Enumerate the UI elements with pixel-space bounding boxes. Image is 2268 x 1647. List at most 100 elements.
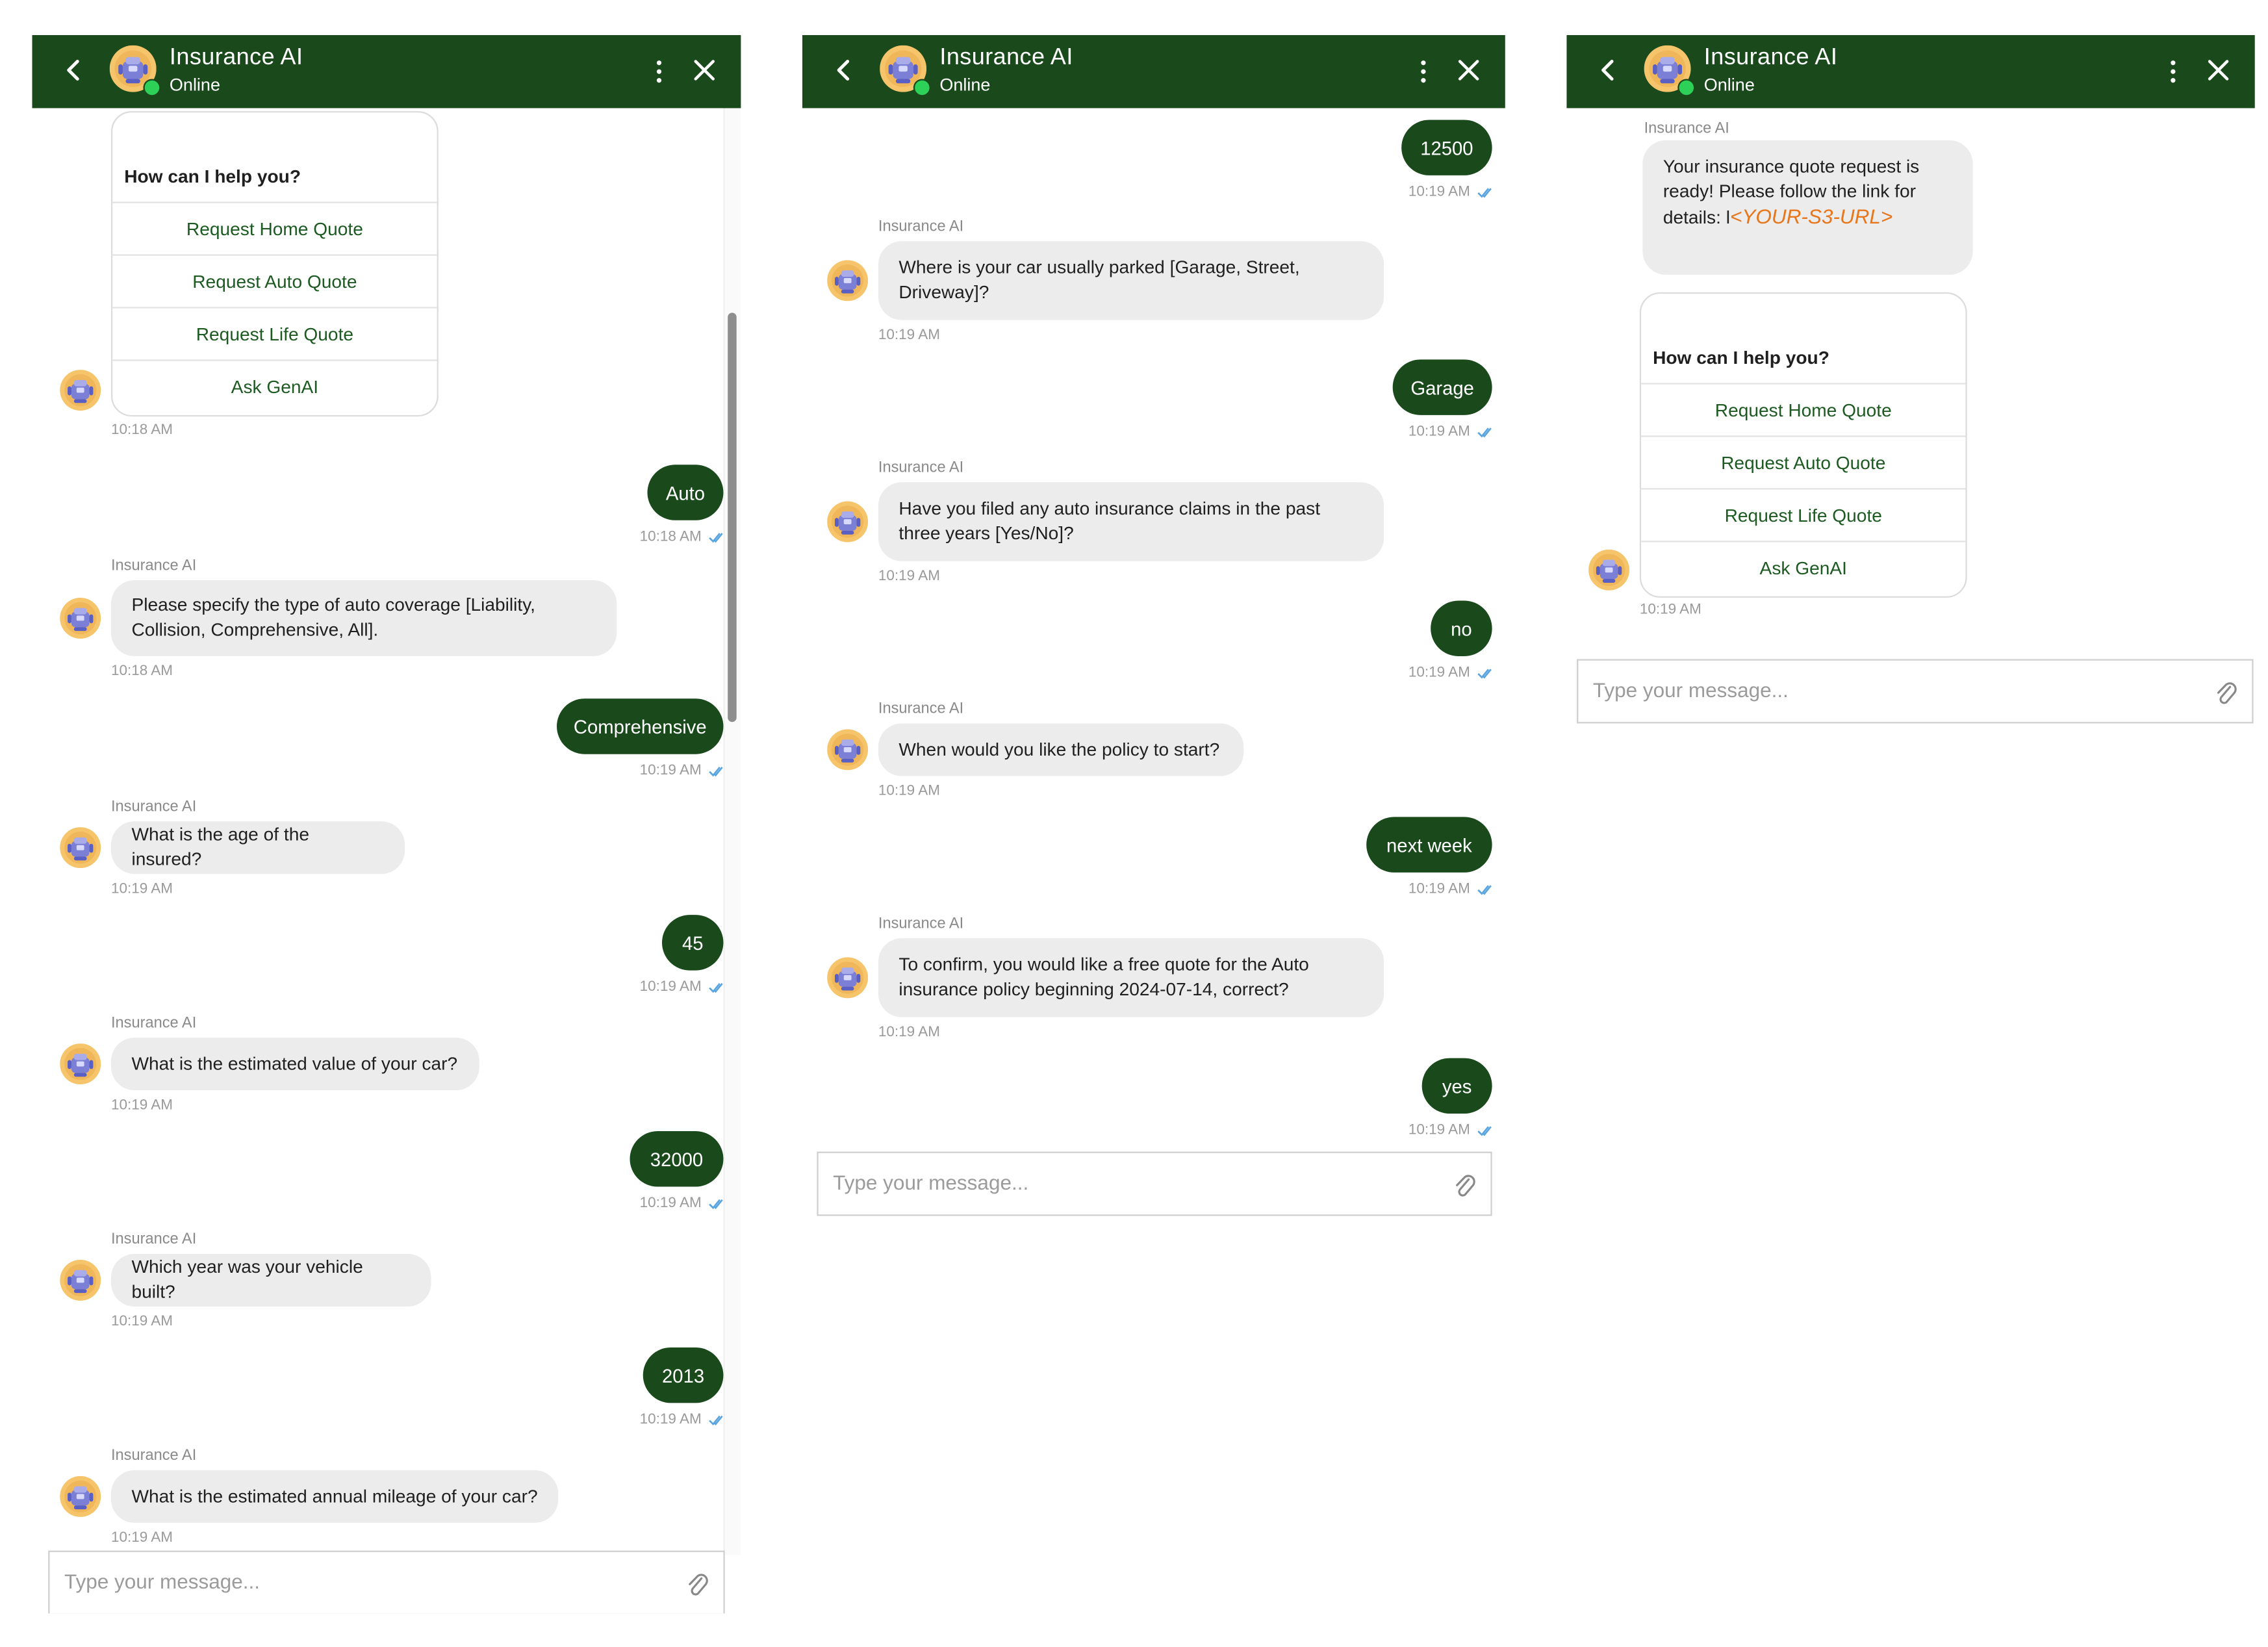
screenshot-collage: Insurance AI Online How can I help you? Req… [0, 0, 2268, 1647]
bot-message: To confirm, you would like a free quote … [878, 938, 1384, 1017]
back-arrow-icon[interactable] [58, 55, 88, 84]
bot-message: Your insurance quote request is ready! P… [1642, 140, 1972, 275]
sender-label: Insurance AI [878, 700, 963, 717]
bot-message: Please specify the type of auto coverage… [111, 580, 617, 656]
menu-card: How can I help you?Request Home QuoteReq… [111, 111, 439, 416]
menu-option-request-life-quote[interactable]: Request Life Quote [1641, 488, 1965, 542]
message-time: 10:19 AM [111, 1314, 173, 1330]
read-receipt-icon [707, 764, 724, 777]
message-time: 10:19 AM [878, 784, 940, 800]
time-text: 10:19 AM [640, 1195, 702, 1212]
chat-window-3: Insurance AI Online Insurance AI Your insur… [1566, 35, 2254, 729]
user-message: Auto [647, 465, 723, 520]
time-text: 10:19 AM [640, 1412, 702, 1428]
chat-header: Insurance AI Online [802, 35, 1505, 108]
user-message: Comprehensive [557, 698, 723, 754]
message-input[interactable]: Type your message... [48, 1551, 724, 1614]
menu-card: How can I help you?Request Home QuoteReq… [1640, 292, 1967, 598]
scrollbar-thumb[interactable] [728, 313, 736, 722]
read-receipt-icon [1476, 882, 1492, 895]
sender-label: Insurance AI [878, 218, 963, 235]
read-receipt-icon [1476, 666, 1492, 679]
back-arrow-icon[interactable] [828, 55, 858, 84]
sender-label: Insurance AI [111, 798, 196, 815]
read-receipt-icon [707, 1413, 724, 1426]
time-text: 10:19 AM [640, 979, 702, 995]
sender-label: Insurance AI [878, 915, 963, 932]
message-time: 10:19 AM [1640, 602, 1701, 619]
more-vertical-icon[interactable] [1418, 57, 1429, 86]
read-receipt-icon [1476, 185, 1492, 198]
message-time: 10:19 AM [1408, 881, 1492, 897]
sender-label: Insurance AI [111, 1014, 196, 1032]
menu-option-ask-genai[interactable]: Ask GenAI [112, 359, 437, 413]
chat-status: Online [939, 75, 990, 95]
chat-status: Online [1704, 75, 1755, 95]
time-text: 10:19 AM [1408, 184, 1470, 200]
menu-title: How can I help you? [1653, 348, 1829, 368]
message-time: 10:19 AM [640, 1195, 724, 1212]
bot-avatar-icon [827, 729, 868, 770]
message-time: 10:19 AM [1408, 1123, 1492, 1139]
menu-option-request-home-quote[interactable]: Request Home Quote [1641, 383, 1965, 437]
sender-label: Insurance AI [1644, 120, 1729, 137]
paperclip-icon[interactable] [1453, 1172, 1476, 1198]
bot-message: What is the age of the insured? [111, 821, 405, 874]
time-text: 10:18 AM [640, 529, 702, 545]
chat-window-1: Insurance AI Online How can I help you? Req… [32, 35, 741, 1613]
bot-message: What is the estimated annual mileage of … [111, 1470, 558, 1523]
bot-message: What is the estimated value of your car? [111, 1038, 479, 1090]
paperclip-icon[interactable] [685, 1571, 709, 1597]
message-time: 10:19 AM [640, 979, 724, 995]
read-receipt-icon [707, 530, 724, 543]
online-status-icon [143, 79, 160, 96]
message-time: 10:19 AM [111, 1530, 173, 1546]
user-message: 45 [662, 915, 723, 970]
time-text: 10:19 AM [1408, 881, 1470, 897]
message-input[interactable]: Type your message... [817, 1152, 1492, 1216]
message-time: 10:19 AM [1408, 424, 1492, 440]
message-time: 10:19 AM [878, 568, 940, 585]
close-icon[interactable] [691, 57, 717, 83]
sender-label: Insurance AI [111, 1447, 196, 1464]
message-input-placeholder: Type your message... [64, 1570, 260, 1593]
quote-link[interactable]: <YOUR-S3-URL> [1730, 205, 1892, 228]
message-input-placeholder: Type your message... [1593, 678, 1789, 702]
bot-message: When would you like the policy to start? [878, 723, 1243, 776]
close-icon[interactable] [2205, 57, 2231, 83]
back-arrow-icon[interactable] [1593, 55, 1622, 84]
chat-title: Insurance AI [939, 45, 1073, 71]
more-vertical-icon[interactable] [2167, 57, 2179, 86]
menu-option-request-home-quote[interactable]: Request Home Quote [112, 201, 437, 255]
menu-option-request-auto-quote[interactable]: Request Auto Quote [1641, 435, 1965, 489]
bot-avatar-icon [60, 827, 101, 868]
chat-title: Insurance AI [170, 45, 303, 71]
more-vertical-icon[interactable] [653, 57, 665, 86]
menu-option-request-life-quote[interactable]: Request Life Quote [112, 307, 437, 361]
user-message: yes [1422, 1058, 1492, 1114]
bot-avatar-icon [827, 957, 868, 998]
chat-status: Online [170, 75, 220, 95]
close-icon[interactable] [1455, 57, 1481, 83]
message-time: 10:19 AM [640, 763, 724, 779]
user-message: next week [1366, 817, 1492, 872]
paperclip-icon[interactable] [2214, 680, 2237, 706]
sender-label: Insurance AI [111, 557, 196, 574]
chat-title: Insurance AI [1704, 45, 1838, 71]
sender-label: Insurance AI [111, 1231, 196, 1248]
message-time: 10:18 AM [111, 422, 173, 439]
sender-label: Insurance AI [878, 459, 963, 476]
message-input[interactable]: Type your message... [1577, 659, 2253, 723]
bot-avatar-icon [827, 260, 868, 301]
bot-avatar-icon [827, 502, 868, 543]
online-status-icon [913, 79, 931, 96]
message-input-placeholder: Type your message... [833, 1171, 1028, 1194]
bot-message: Which year was your vehicle built? [111, 1254, 431, 1307]
menu-option-ask-genai[interactable]: Ask GenAI [1641, 541, 1965, 594]
bot-message: Have you filed any auto insurance claims… [878, 482, 1384, 561]
menu-title: How can I help you? [124, 166, 301, 186]
message-time: 10:19 AM [878, 327, 940, 344]
menu-option-request-auto-quote[interactable]: Request Auto Quote [112, 254, 437, 308]
read-receipt-icon [707, 980, 724, 993]
time-text: 10:19 AM [1408, 424, 1470, 440]
